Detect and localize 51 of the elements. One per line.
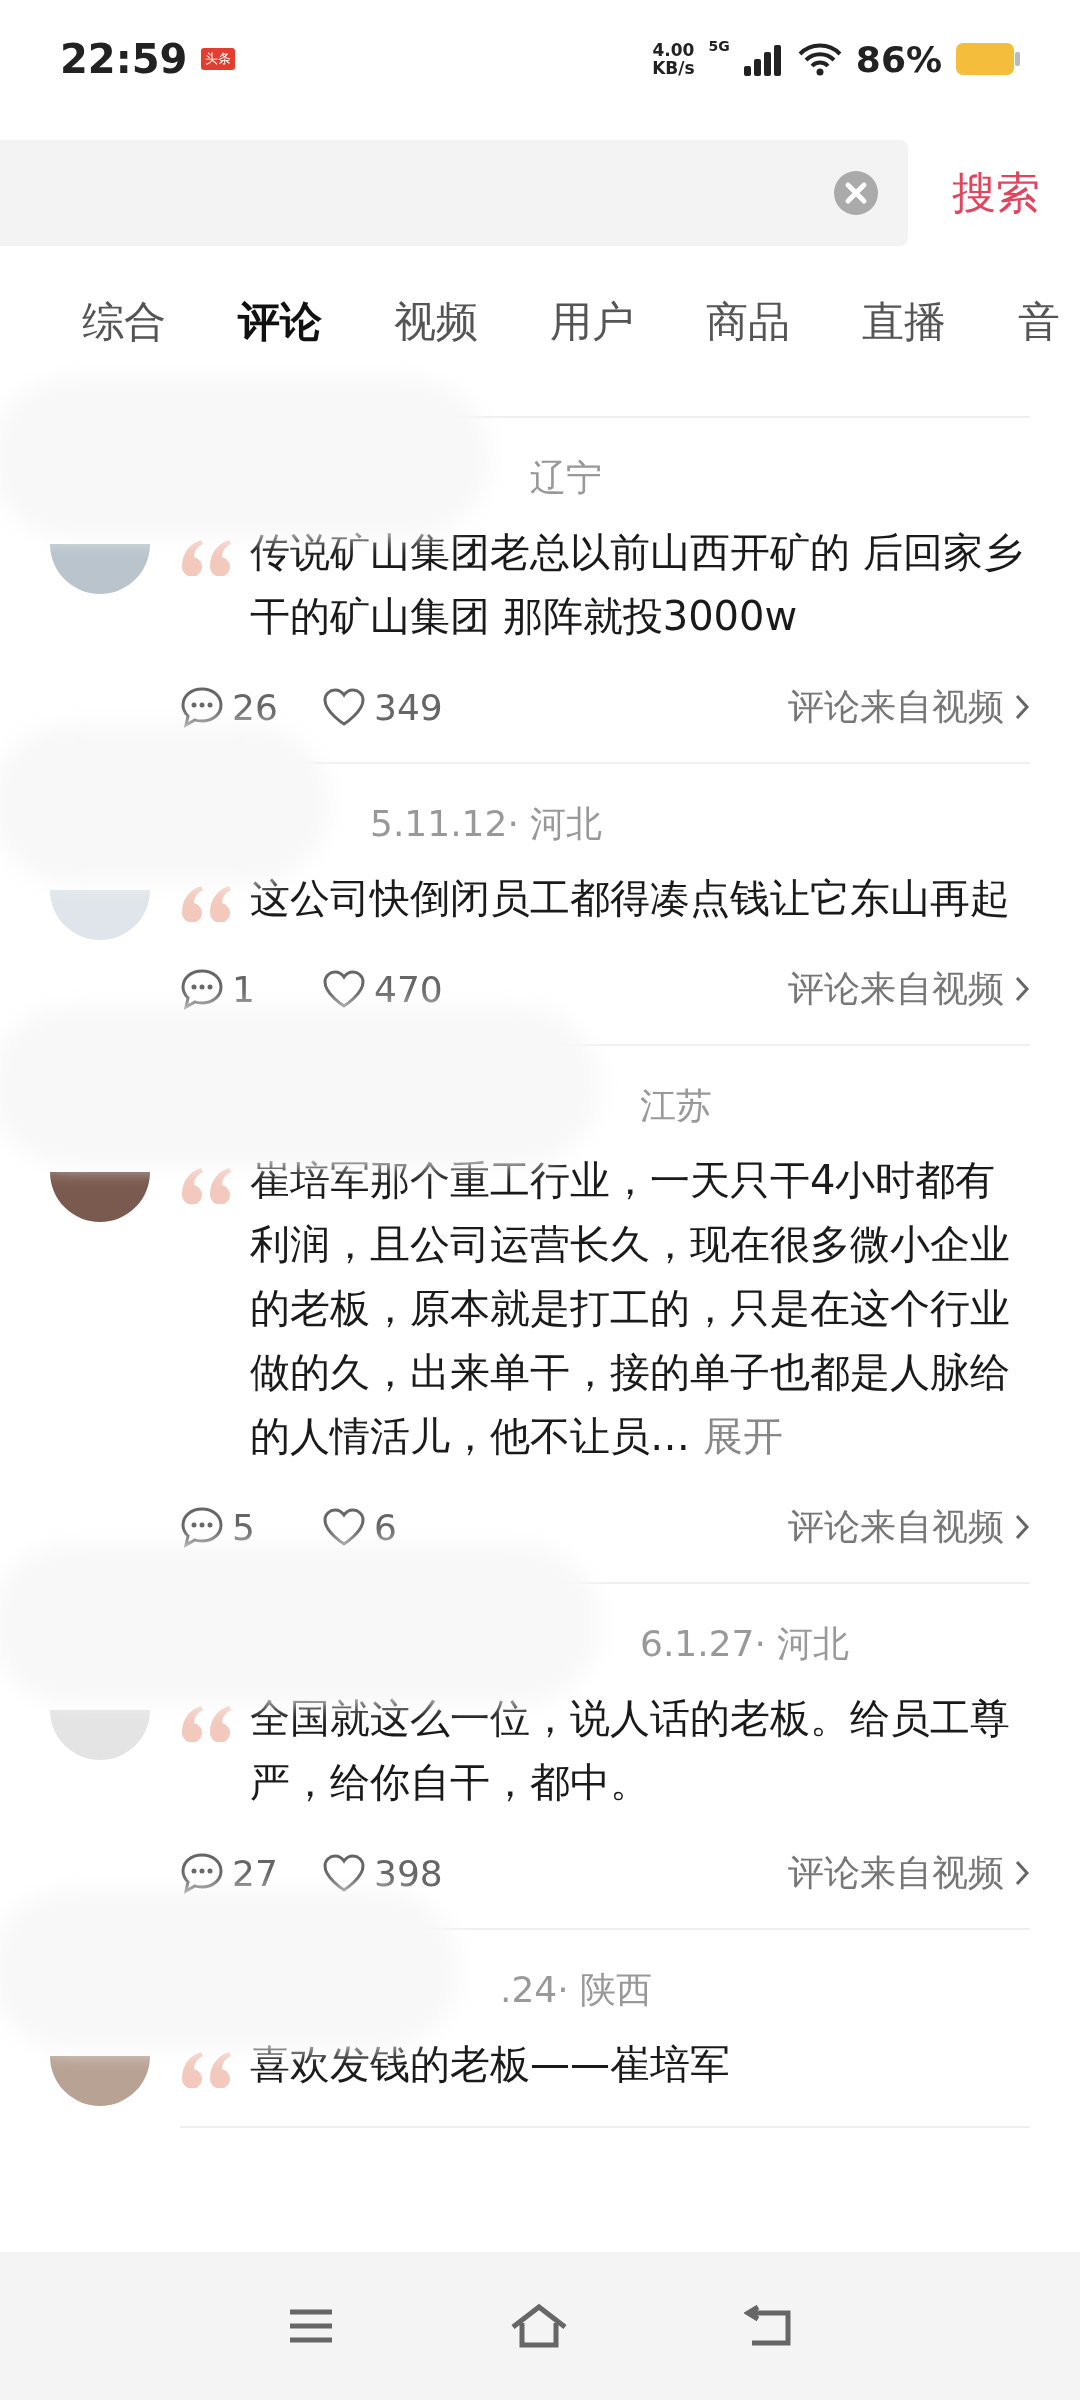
chevron-icon: [1014, 1513, 1030, 1541]
heart-icon[interactable]: [322, 687, 366, 727]
heart-icon[interactable]: [322, 1853, 366, 1893]
like-count: 398: [374, 1852, 443, 1894]
tab[interactable]: 视频: [394, 294, 478, 350]
heart-icon[interactable]: [322, 969, 366, 1009]
like-count: 470: [374, 968, 443, 1010]
comment-meta: 辽宁: [529, 456, 603, 500]
comment-meta: 5.11.12· 河北: [369, 802, 604, 846]
comment-text: 喜欢发钱的老板——崔培军: [250, 2040, 731, 2089]
signal-icon: [743, 42, 784, 76]
comment-meta: 6.1.27· 河北: [639, 1622, 851, 1666]
source-link[interactable]: 评论来自视频: [788, 964, 1030, 1014]
chevron-icon: [1014, 975, 1030, 1003]
chevron-icon: [1014, 693, 1030, 721]
reply-count: 26: [232, 686, 279, 728]
tab[interactable]: 直播: [862, 294, 946, 350]
source-link[interactable]: 评论来自视频: [788, 682, 1030, 732]
tab[interactable]: 综合: [82, 294, 166, 350]
status-time: 22:59: [60, 36, 188, 82]
tab[interactable]: 音: [1018, 294, 1060, 350]
chevron-icon: [1014, 1859, 1030, 1887]
menu-icon[interactable]: [288, 2308, 334, 2344]
reply-count: 5: [232, 1506, 256, 1548]
source-link[interactable]: 评论来自视频: [788, 1502, 1030, 1552]
network-speed: 4.00 KB/s: [652, 41, 695, 77]
like-count: 349: [374, 686, 443, 728]
battery-level: 86%: [855, 38, 942, 80]
network-type: 5G: [708, 38, 730, 54]
wifi-icon: [797, 42, 842, 76]
source-link[interactable]: 评论来自视频: [788, 1848, 1030, 1898]
battery-icon: [956, 42, 1020, 76]
home-icon[interactable]: [510, 2303, 568, 2349]
comment-text: 崔培军那个重工行业，一天只干4小时都有利润，且公司运营长久，现在很多微小企业的老板，原本就是打工的，只是在这个行业做的久，出来单干，接的单子也都是人脉给的人情活儿，他不让员… 展开: [250, 1156, 1011, 1461]
app-badge: 头条: [201, 48, 236, 70]
reply-count: 27: [232, 1852, 279, 1894]
search-field[interactable]: [0, 140, 908, 246]
expand-link[interactable]: 展开: [702, 1413, 783, 1459]
comment-meta: .24· 陕西: [499, 1968, 654, 2012]
tab[interactable]: 商品: [706, 294, 790, 350]
comment-text: 传说矿山集团老总以前山西开矿的 后回家乡干的矿山集团 那阵就投3000w: [250, 528, 1024, 641]
comment-text: 全国就这么一位，说人话的老板。给员工尊严，给你自干，都中。: [250, 1694, 1011, 1807]
heart-icon[interactable]: [322, 1507, 366, 1547]
tab[interactable]: 用户: [550, 294, 634, 350]
like-count: 6: [374, 1506, 397, 1548]
comment-meta: 江苏: [639, 1084, 713, 1128]
back-icon[interactable]: [744, 2305, 792, 2347]
comment-text: 这公司快倒闭员工都得凑点钱让它东山再起: [250, 874, 1011, 923]
tab[interactable]: 评论: [238, 294, 322, 350]
search-button[interactable]: 搜索: [952, 163, 1040, 223]
reply-count: 1: [232, 968, 256, 1010]
